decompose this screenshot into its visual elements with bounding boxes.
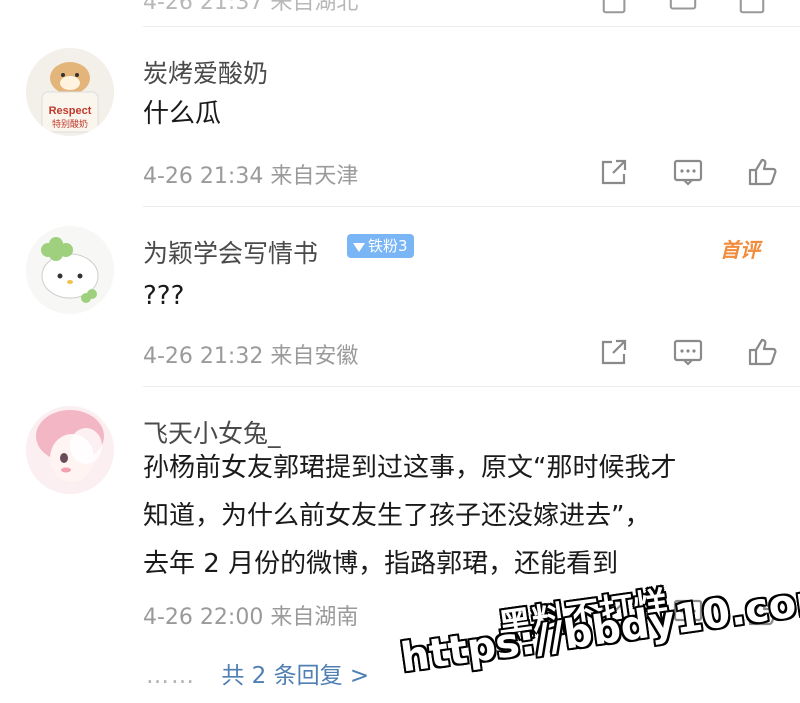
comment-location: 来自天津 bbox=[270, 164, 359, 189]
comment-text: 孙杨前女友郭珺提到过这事，原文“那时候我才 知道，为什么前女友生了孩子还没嫁进去… bbox=[143, 444, 676, 588]
comment-text-line: 孙杨前女友郭珺提到过这事，原文“那时候我才 bbox=[143, 453, 677, 483]
comment-text-line: 知道，为什么前女友生了孩子还没嫁进去”， bbox=[143, 501, 651, 531]
avatar[interactable] bbox=[26, 226, 114, 314]
comment-meta: 4-26 21:34 来自天津 bbox=[143, 158, 358, 190]
share-icon[interactable] bbox=[598, 336, 630, 368]
comment-icon[interactable] bbox=[672, 336, 704, 368]
avatar[interactable] bbox=[26, 406, 114, 494]
username[interactable]: 炭烤爱酸奶 bbox=[143, 54, 268, 90]
avatar[interactable]: Respect 特别酸奶 bbox=[26, 48, 114, 136]
like-icon[interactable] bbox=[737, 0, 767, 16]
comment-time: 4-26 21:32 bbox=[143, 344, 264, 369]
avatar-text-respect: Respect bbox=[49, 105, 92, 117]
more-replies[interactable]: …… 共 2 条回复 > bbox=[146, 656, 369, 690]
comment-meta: 4-26 22:00 来自湖南 bbox=[143, 599, 358, 631]
comment-location: 来自湖南 bbox=[270, 605, 359, 630]
comment-actions bbox=[598, 156, 778, 188]
like-icon[interactable] bbox=[746, 336, 778, 368]
comment-item: 为颖学会写情书 铁粉3 首评 ??? 4-26 21:32 来自安徽 bbox=[0, 206, 800, 386]
like-icon[interactable] bbox=[746, 156, 778, 188]
share-icon[interactable] bbox=[600, 0, 630, 16]
more-replies-dots: …… bbox=[146, 663, 196, 689]
fan-badge-label: 铁粉3 bbox=[368, 237, 408, 255]
comment-text-line: 去年 2 月份的微博，指路郭珺，还能看到 bbox=[143, 549, 619, 579]
comment-item: Respect 特别酸奶 炭烤爱酸奶 什么瓜 4-26 21:34 来自天津 bbox=[0, 26, 800, 206]
previous-comment-meta: 4-26 21:37 来自湖北 bbox=[143, 0, 359, 15]
diamond-icon bbox=[353, 242, 365, 252]
comment-icon[interactable] bbox=[668, 0, 698, 16]
comment-location: 来自安徽 bbox=[270, 344, 359, 369]
comment-text: 什么瓜 bbox=[143, 99, 222, 129]
comment-icon[interactable] bbox=[672, 156, 704, 188]
first-comment-tag: 首评 bbox=[720, 238, 760, 262]
more-replies-link[interactable]: 共 2 条回复 > bbox=[221, 663, 369, 689]
share-icon[interactable] bbox=[598, 156, 630, 188]
comment-meta: 4-26 21:32 来自安徽 bbox=[143, 338, 358, 370]
avatar-text-sub: 特别酸奶 bbox=[52, 118, 88, 130]
fan-badge: 铁粉3 bbox=[347, 234, 414, 258]
username[interactable]: 为颖学会写情书 bbox=[143, 234, 318, 270]
previous-comment-partial: 4-26 21:37 来自湖北 bbox=[0, 0, 800, 26]
comment-actions bbox=[598, 336, 778, 368]
comment-time: 4-26 22:00 bbox=[143, 605, 264, 630]
comment-text: ??? bbox=[143, 281, 185, 311]
comment-time: 4-26 21:34 bbox=[143, 164, 264, 189]
